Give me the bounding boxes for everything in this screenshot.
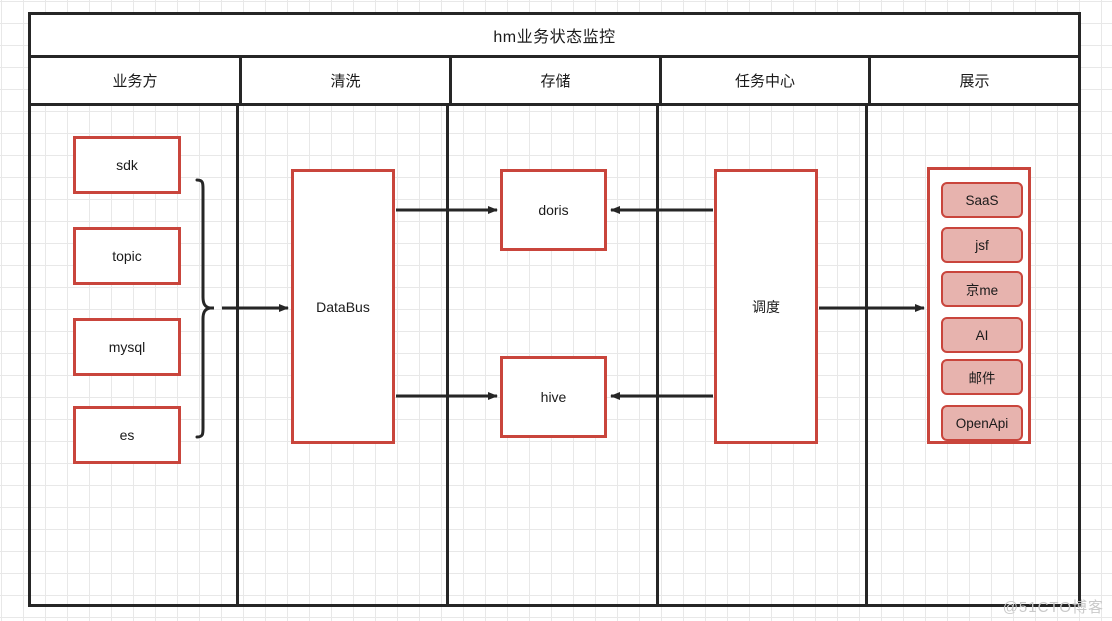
column-separator-4 — [865, 106, 868, 604]
column-header-display: 展示 — [868, 58, 1078, 103]
diagram-canvas: hm业务状态监控 业务方 清洗 存储 任务中心 展示 sdk topic mys… — [0, 0, 1112, 621]
node-label: topic — [112, 248, 142, 264]
column-header-row: 业务方 清洗 存储 任务中心 展示 — [28, 58, 1081, 106]
node-label: mysql — [108, 339, 146, 355]
node-label: hive — [540, 389, 567, 405]
column-separator-2 — [446, 106, 449, 604]
node-display-group: SaaS jsf 京me AI 邮件 OpenApi — [927, 167, 1031, 444]
column-header-clean: 清洗 — [239, 58, 449, 103]
node-label: sdk — [116, 157, 138, 173]
column-header-label: 展示 — [959, 73, 990, 90]
chip-email[interactable]: 邮件 — [941, 359, 1023, 395]
watermark: @51CTO博客 — [1002, 599, 1104, 616]
node-hive[interactable]: hive — [500, 356, 607, 438]
node-label: es — [119, 427, 135, 443]
column-header-task-center: 任务中心 — [659, 58, 868, 103]
column-header-label: 业务方 — [112, 73, 158, 90]
chip-ai[interactable]: AI — [941, 317, 1023, 353]
chip-label: 京me — [965, 283, 999, 298]
chip-label: 邮件 — [968, 371, 996, 386]
chip-openapi[interactable]: OpenApi — [941, 405, 1023, 441]
node-schedule[interactable]: 调度 — [714, 169, 818, 444]
node-sdk[interactable]: sdk — [73, 136, 181, 194]
chip-saas[interactable]: SaaS — [941, 182, 1023, 218]
node-doris[interactable]: doris — [500, 169, 607, 251]
chip-jsf[interactable]: jsf — [941, 227, 1023, 263]
column-header-label: 清洗 — [330, 73, 361, 90]
column-header-label: 任务中心 — [734, 73, 795, 90]
node-topic[interactable]: topic — [73, 227, 181, 285]
diagram-title-bar: hm业务状态监控 — [28, 12, 1081, 58]
chip-label: AI — [975, 327, 989, 343]
column-header-business: 业务方 — [31, 58, 239, 103]
node-databus[interactable]: DataBus — [291, 169, 395, 444]
column-header-label: 存储 — [540, 73, 571, 90]
column-separator-1 — [236, 106, 239, 604]
column-header-storage: 存储 — [449, 58, 659, 103]
chip-label: SaaS — [965, 192, 999, 208]
node-label: DataBus — [316, 298, 370, 315]
page-title: hm业务状态监控 — [493, 29, 616, 46]
node-es[interactable]: es — [73, 406, 181, 464]
node-label: doris — [538, 202, 569, 218]
column-separator-3 — [656, 106, 659, 604]
chip-label: jsf — [975, 237, 989, 253]
node-mysql[interactable]: mysql — [73, 318, 181, 376]
chip-jingme[interactable]: 京me — [941, 271, 1023, 307]
chip-label: OpenApi — [955, 415, 1009, 431]
node-label: 调度 — [752, 298, 780, 315]
